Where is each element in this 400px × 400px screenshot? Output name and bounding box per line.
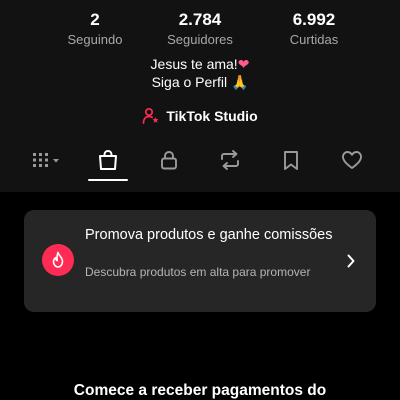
followers-stat[interactable]: 2.784 Seguidores — [145, 10, 255, 48]
followers-label: Seguidores — [167, 32, 233, 47]
bookmark-icon — [280, 149, 302, 171]
promo-title: Promova produtos e ganhe comissões — [85, 227, 333, 243]
following-stat[interactable]: 2 Seguindo — [40, 10, 150, 48]
flame-icon — [42, 244, 74, 276]
tiktok-studio-link[interactable]: TikTok Studio — [0, 107, 400, 125]
profile-header: 2 Seguindo 2.784 Seguidores 6.992 Curtid… — [0, 0, 400, 192]
tab-liked[interactable] — [332, 140, 372, 180]
bio-line-2-text: Siga o Perfil — [151, 74, 228, 90]
tab-grid-menu[interactable] — [28, 140, 68, 180]
shopping-bag-icon — [96, 148, 120, 172]
praying-hands-emoji: 🙏 — [230, 74, 249, 90]
bio-line-1: Jesus te ama!❤ — [0, 55, 400, 73]
followers-count: 2.784 — [178, 10, 222, 29]
person-star-icon — [142, 107, 160, 125]
heart-emoji: ❤ — [237, 56, 250, 72]
promo-subtitle: Descubra produtos em alta para promover — [85, 265, 311, 279]
grid-dropdown-icon — [31, 150, 65, 170]
following-label: Seguindo — [67, 32, 123, 47]
earnings-heading: Comece a receber pagamentos do — [73, 382, 327, 399]
following-count: 2 — [90, 10, 100, 29]
lock-icon — [158, 149, 180, 171]
promote-products-card[interactable]: Promova produtos e ganhe comissões Descu… — [24, 210, 376, 312]
profile-bio: Jesus te ama!❤ Siga o Perfil 🙏 — [0, 55, 400, 91]
tab-private[interactable] — [149, 140, 189, 180]
bio-line-2: Siga o Perfil 🙏 — [0, 73, 400, 91]
likes-label: Curtidas — [289, 32, 339, 47]
likes-count: 6.992 — [292, 10, 336, 29]
tab-favorites[interactable] — [271, 140, 311, 180]
tab-shop[interactable] — [88, 140, 128, 180]
heart-outline-icon — [340, 148, 364, 172]
active-tab-indicator — [88, 179, 128, 181]
bio-line-1-text: Jesus te ama! — [150, 56, 238, 72]
tab-reposts[interactable] — [210, 140, 250, 180]
profile-tabs — [0, 140, 400, 186]
tiktok-studio-label: TikTok Studio — [166, 108, 258, 124]
chevron-right-icon — [344, 252, 358, 270]
likes-stat[interactable]: 6.992 Curtidas — [259, 10, 369, 48]
repost-icon — [218, 148, 242, 172]
